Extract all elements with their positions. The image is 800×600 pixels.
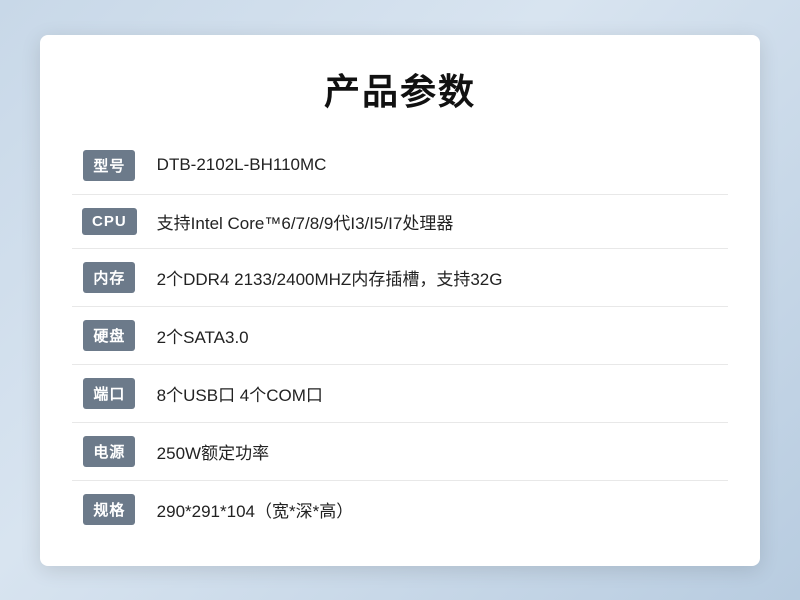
spec-label-badge: 型号 bbox=[83, 150, 135, 181]
spec-label-cell: 内存 bbox=[72, 248, 147, 306]
table-row: 规格 290*291*104（宽*深*高） bbox=[72, 480, 728, 538]
spec-value-cell: 支持Intel Core™6/7/8/9代I3/I5/I7处理器 bbox=[147, 194, 728, 248]
table-row: 型号 DTB-2102L-BH110MC bbox=[72, 137, 728, 195]
spec-label-cell: 电源 bbox=[72, 422, 147, 480]
page-title: 产品参数 bbox=[72, 63, 728, 115]
spec-label-badge: 内存 bbox=[83, 262, 135, 293]
spec-value-cell: 8个USB口 4个COM口 bbox=[147, 364, 728, 422]
product-spec-card: 产品参数 型号 DTB-2102L-BH110MC CPU 支持Intel Co… bbox=[40, 35, 760, 566]
spec-label-cell: 规格 bbox=[72, 480, 147, 538]
spec-label-cell: 端口 bbox=[72, 364, 147, 422]
table-row: 硬盘 2个SATA3.0 bbox=[72, 306, 728, 364]
table-row: 电源 250W额定功率 bbox=[72, 422, 728, 480]
spec-value-cell: 250W额定功率 bbox=[147, 422, 728, 480]
spec-value-cell: DTB-2102L-BH110MC bbox=[147, 137, 728, 195]
table-row: 内存 2个DDR4 2133/2400MHZ内存插槽，支持32G bbox=[72, 248, 728, 306]
spec-label-cell: CPU bbox=[72, 194, 147, 248]
table-row: 端口 8个USB口 4个COM口 bbox=[72, 364, 728, 422]
spec-label-cell: 型号 bbox=[72, 137, 147, 195]
spec-label-badge: 电源 bbox=[83, 436, 135, 467]
spec-table: 型号 DTB-2102L-BH110MC CPU 支持Intel Core™6/… bbox=[72, 137, 728, 538]
spec-label-cell: 硬盘 bbox=[72, 306, 147, 364]
spec-value-cell: 2个SATA3.0 bbox=[147, 306, 728, 364]
spec-label-badge: 硬盘 bbox=[83, 320, 135, 351]
table-row: CPU 支持Intel Core™6/7/8/9代I3/I5/I7处理器 bbox=[72, 194, 728, 248]
spec-label-badge: 端口 bbox=[83, 378, 135, 409]
spec-value-cell: 2个DDR4 2133/2400MHZ内存插槽，支持32G bbox=[147, 248, 728, 306]
spec-value-cell: 290*291*104（宽*深*高） bbox=[147, 480, 728, 538]
spec-label-badge: 规格 bbox=[83, 494, 135, 525]
spec-label-badge: CPU bbox=[82, 208, 137, 235]
